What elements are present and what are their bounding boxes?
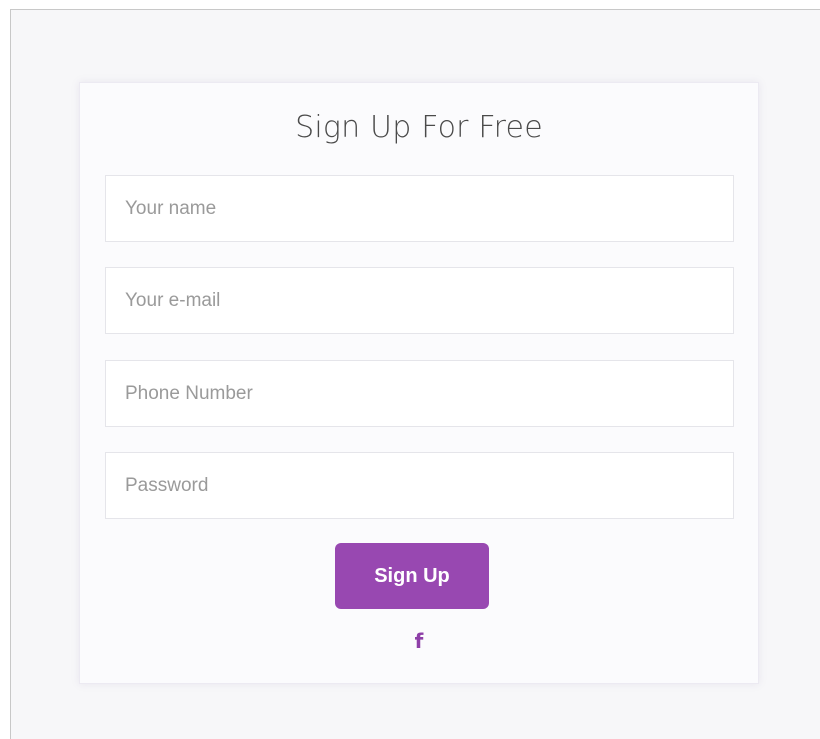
password-field[interactable] <box>105 452 734 519</box>
signup-button[interactable]: Sign Up <box>335 543 489 609</box>
phone-field[interactable] <box>105 360 734 427</box>
name-field[interactable] <box>105 175 734 242</box>
signup-card: Sign Up For Free Sign Up f <box>79 82 759 684</box>
page-frame: Sign Up For Free Sign Up f <box>10 9 820 739</box>
email-field[interactable] <box>105 267 734 334</box>
social-links: f <box>80 629 758 653</box>
facebook-icon[interactable]: f <box>409 629 430 653</box>
form-title: Sign Up For Free <box>295 110 543 145</box>
